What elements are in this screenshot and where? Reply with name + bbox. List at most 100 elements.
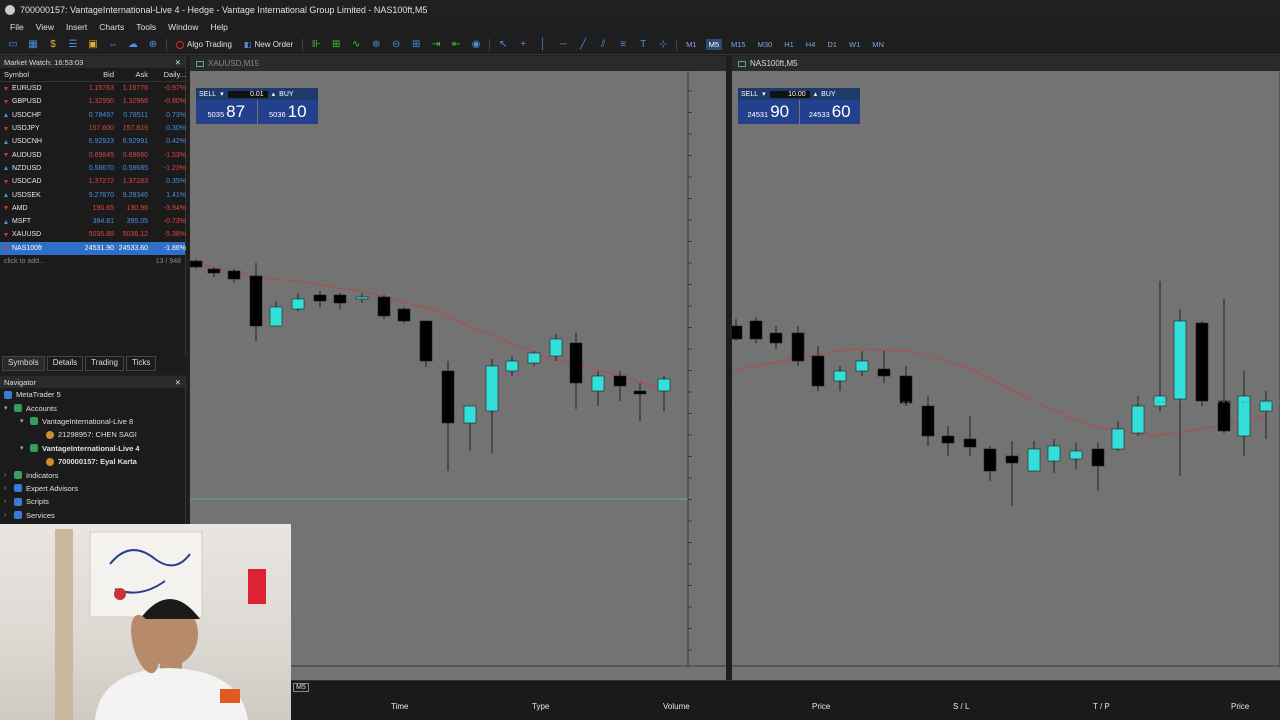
market-watch-row[interactable]: EURUSD 1.15763 1.15776 -0.97% [0, 82, 186, 95]
chevron-right-icon[interactable]: › [4, 472, 10, 479]
column-volume[interactable]: Volume [663, 702, 690, 711]
chevron-right-icon[interactable]: › [4, 485, 10, 492]
nav-account-eyal[interactable]: 700000157: Eyal Karta [0, 455, 185, 468]
buy-price[interactable]: 5036 10 [257, 100, 318, 124]
buy-button[interactable]: BUY [821, 91, 835, 98]
menu-file[interactable]: File [10, 22, 24, 32]
nav-scripts[interactable]: › Scripts [0, 495, 185, 508]
nav-server-live8[interactable]: ▾ VantageInternational-Live 8 [0, 415, 185, 428]
market-watch-row[interactable]: USDSEK 9.27870 9.28346 1.41% [0, 188, 186, 201]
nav-server-live4[interactable]: ▾ VantageInternational-Live 4 [0, 442, 185, 455]
buy-button[interactable]: BUY [279, 91, 293, 98]
line-chart-icon[interactable]: ∿ [349, 39, 363, 51]
lot-decrease-icon[interactable]: ▾ [220, 90, 224, 98]
add-symbol-link[interactable]: click to add... [4, 258, 45, 265]
timeframe-mn[interactable]: MN [869, 39, 887, 50]
column-current-price[interactable]: Price [1231, 702, 1249, 711]
column-tp[interactable]: T / P [1093, 702, 1110, 711]
column-ask[interactable]: Ask [114, 70, 148, 79]
menu-charts[interactable]: Charts [99, 22, 124, 32]
navigator-icon[interactable]: ⇔ [106, 39, 120, 51]
chevron-down-icon[interactable]: ▾ [20, 444, 26, 452]
chevron-down-icon[interactable]: ▾ [20, 417, 26, 425]
market-watch-row[interactable]: NAS100ft 24531.90 24533.60 -1.86% [0, 241, 186, 255]
new-order-button[interactable]: ◧ New Order [241, 40, 296, 49]
market-watch-icon[interactable]: ☰ [66, 39, 80, 51]
chart-window-nas100ft[interactable]: NAS100ft,M5 SELL ▾ 10.00 ▴ BUY 24531 90 … [729, 56, 1280, 680]
timeframe-h4[interactable]: H4 [803, 39, 819, 50]
nav-services[interactable]: › Services [0, 509, 185, 522]
menu-tools[interactable]: Tools [136, 22, 156, 32]
market-watch-row[interactable]: USDCHF 0.78497 0.78511 0.73% [0, 109, 186, 122]
timeframe-m15[interactable]: M15 [728, 39, 749, 50]
market-watch-row[interactable]: USDCAD 1.37272 1.37283 0.35% [0, 175, 186, 188]
column-type[interactable]: Type [532, 702, 549, 711]
lot-increase-icon[interactable]: ▴ [814, 90, 818, 98]
sell-button[interactable]: SELL [741, 91, 758, 98]
market-watch-row[interactable]: USDJPY 157.800 157.819 0.30% [0, 122, 186, 135]
column-bid[interactable]: Bid [84, 70, 114, 79]
market-watch-row[interactable]: NZDUSD 0.58670 0.58685 -1.23% [0, 162, 186, 175]
toolbox-icon[interactable]: ☁ [126, 39, 140, 51]
algo-trading-button[interactable]: Algo Trading [173, 40, 235, 49]
chevron-right-icon[interactable]: › [4, 512, 10, 519]
tab-ticks[interactable]: Ticks [125, 356, 157, 371]
market-watch-row[interactable]: XAUUSD 5035.89 5036.12 -5.38% [0, 228, 186, 241]
market-watch-row[interactable]: GBPUSD 1.32950 1.32966 -0.80% [0, 95, 186, 108]
column-price[interactable]: Price [812, 702, 830, 711]
timeframe-w1[interactable]: W1 [846, 39, 863, 50]
zoom-out-icon[interactable]: ⊖ [389, 39, 403, 51]
market-watch-row[interactable]: AUDUSD 0.69845 0.69860 -1.53% [0, 148, 186, 161]
chart-shift-icon[interactable]: ⇤ [449, 39, 463, 51]
cursor-icon[interactable]: ↖ [496, 39, 510, 51]
candlestick-icon[interactable]: ⊞ [329, 39, 343, 51]
nav-accounts[interactable]: ▾ Accounts [0, 401, 185, 414]
bar-chart-icon[interactable]: ⊪ [309, 39, 323, 51]
text-icon[interactable]: T [636, 39, 650, 51]
sell-price[interactable]: 5035 87 [196, 100, 257, 124]
close-icon[interactable]: ✕ [175, 378, 181, 387]
data-window-icon[interactable]: ▣ [86, 39, 100, 51]
column-symbol[interactable]: Symbol [4, 70, 84, 79]
tab-trading[interactable]: Trading [85, 356, 124, 371]
sell-button[interactable]: SELL [199, 91, 216, 98]
market-watch-row[interactable]: USDCNH 6.92923 6.92991 0.42% [0, 135, 186, 148]
menu-insert[interactable]: Insert [66, 22, 87, 32]
timeframe-h1[interactable]: H1 [781, 39, 797, 50]
lot-size-input[interactable]: 10.00 [769, 90, 810, 98]
trendline-icon[interactable]: ╱ [576, 39, 590, 51]
column-time[interactable]: Time [391, 702, 408, 711]
autoscroll-icon[interactable]: ⇥ [429, 39, 443, 51]
screenshot-icon[interactable]: ◉ [469, 39, 483, 51]
menu-window[interactable]: Window [168, 22, 198, 32]
market-watch-row[interactable]: AMD 190.65 190.96 -3.94% [0, 202, 186, 215]
new-chart-icon[interactable]: ▭ [6, 39, 20, 51]
lot-decrease-icon[interactable]: ▾ [762, 90, 766, 98]
sell-price[interactable]: 24531 90 [738, 100, 799, 124]
symbols-icon[interactable]: $ [46, 39, 60, 51]
nav-account-chen[interactable]: 21298957: CHEN SAGI [0, 428, 185, 441]
close-icon[interactable]: ✕ [175, 58, 181, 67]
shapes-icon[interactable]: ⊹ [656, 39, 670, 51]
tab-details[interactable]: Details [46, 356, 84, 371]
chart-area[interactable]: SELL ▾ 10.00 ▴ BUY 24531 90 24533 60 [729, 71, 1280, 680]
chevron-down-icon[interactable]: ▾ [4, 404, 10, 412]
vertical-line-icon[interactable]: │ [536, 39, 550, 51]
chevron-right-icon[interactable]: › [4, 498, 10, 505]
nav-expert-advisors[interactable]: › Expert Advisors [0, 482, 185, 495]
timeframe-m30[interactable]: M30 [755, 39, 776, 50]
timeframe-m5[interactable]: M5 [705, 39, 723, 50]
column-sl[interactable]: S / L [953, 702, 969, 711]
menu-view[interactable]: View [36, 22, 54, 32]
tab-symbols[interactable]: Symbols [2, 356, 45, 371]
horizontal-line-icon[interactable]: ─ [556, 39, 570, 51]
lot-increase-icon[interactable]: ▴ [272, 90, 276, 98]
timeframe-tab[interactable]: M5 [293, 683, 309, 692]
lot-size-input[interactable]: 0.01 [227, 90, 268, 98]
timeframe-d1[interactable]: D1 [824, 39, 840, 50]
crosshair-icon[interactable]: + [516, 39, 530, 51]
column-daily-change[interactable]: Daily... [148, 70, 186, 79]
profiles-icon[interactable]: ▦ [26, 39, 40, 51]
zoom-in-icon[interactable]: ⊕ [369, 39, 383, 51]
fibonacci-icon[interactable]: ≡ [616, 39, 630, 51]
